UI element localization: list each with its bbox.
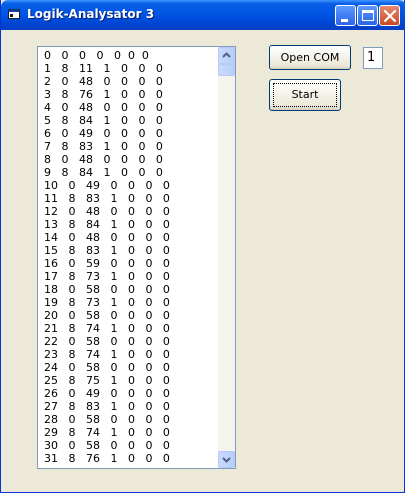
list-item[interactable]: 25 8 75 1 0 0 0: [44, 374, 170, 387]
list-item[interactable]: 4 0 48 0 0 0 0: [44, 101, 163, 114]
close-icon: [383, 9, 397, 23]
close-button[interactable]: [379, 5, 400, 26]
data-listbox[interactable]: 0 0 0 0 0 0 01 8 11 1 0 0 02 0 48 0 0 0 …: [37, 46, 236, 469]
list-item[interactable]: 20 0 58 0 0 0 0: [44, 309, 170, 322]
minimize-icon: [341, 19, 348, 22]
scroll-down-button[interactable]: [218, 451, 235, 468]
list-items: 0 0 0 0 0 0 01 8 11 1 0 0 02 0 48 0 0 0 …: [38, 47, 219, 468]
list-item[interactable]: 10 0 49 0 0 0 0: [44, 179, 170, 192]
list-item[interactable]: 26 0 49 0 0 0 0: [44, 387, 170, 400]
list-item[interactable]: 18 0 58 0 0 0 0: [44, 283, 170, 296]
list-item[interactable]: 22 0 58 0 0 0 0: [44, 335, 170, 348]
list-item[interactable]: 2 0 48 0 0 0 0: [44, 75, 163, 88]
list-item[interactable]: 27 8 83 1 0 0 0: [44, 400, 170, 413]
list-item[interactable]: 30 0 58 0 0 0 0: [44, 439, 170, 452]
list-item[interactable]: 9 8 84 1 0 0 0: [44, 166, 163, 179]
list-item[interactable]: 19 8 73 1 0 0 0: [44, 296, 170, 309]
scroll-up-button[interactable]: [218, 47, 235, 64]
list-item[interactable]: 28 0 58 0 0 0 0: [44, 413, 170, 426]
list-item[interactable]: 15 8 83 1 0 0 0: [44, 244, 170, 257]
list-item[interactable]: 0 0 0 0 0 0 0: [44, 49, 149, 62]
list-item[interactable]: 7 8 83 1 0 0 0: [44, 140, 163, 153]
list-item[interactable]: 3 8 76 1 0 0 0: [44, 88, 163, 101]
list-item[interactable]: 12 0 48 0 0 0 0: [44, 205, 170, 218]
list-item[interactable]: 8 0 48 0 0 0 0: [44, 153, 163, 166]
list-item[interactable]: 13 8 84 1 0 0 0: [44, 218, 170, 231]
scroll-thumb[interactable]: [218, 64, 235, 76]
list-item[interactable]: 6 0 49 0 0 0 0: [44, 127, 163, 140]
app-icon: [8, 9, 20, 19]
chevron-down-icon: [222, 457, 231, 463]
vertical-scrollbar[interactable]: [218, 47, 235, 468]
list-item[interactable]: 29 8 74 1 0 0 0: [44, 426, 170, 439]
window-title: Logik-Analysator 3: [27, 7, 155, 21]
list-item[interactable]: 16 0 59 0 0 0 0: [44, 257, 170, 270]
start-button[interactable]: Start: [269, 79, 341, 111]
list-item[interactable]: 24 0 58 0 0 0 0: [44, 361, 170, 374]
focus-rect: [273, 83, 337, 107]
maximize-icon: [362, 10, 374, 21]
com-port-field[interactable]: 1: [363, 47, 383, 69]
list-item[interactable]: 14 0 48 0 0 0 0: [44, 231, 170, 244]
list-item[interactable]: 23 8 74 1 0 0 0: [44, 348, 170, 361]
list-item[interactable]: 17 8 73 1 0 0 0: [44, 270, 170, 283]
main-window: Logik-Analysator 3 0 0 0 0 0 0 01 8 11 1…: [0, 0, 405, 493]
minimize-button[interactable]: [335, 5, 356, 26]
list-item[interactable]: 21 8 74 1 0 0 0: [44, 322, 170, 335]
title-bar[interactable]: Logik-Analysator 3: [1, 0, 405, 30]
maximize-button[interactable]: [357, 5, 378, 26]
list-item[interactable]: 31 8 76 1 0 0 0: [44, 452, 170, 465]
list-item[interactable]: 11 8 83 1 0 0 0: [44, 192, 170, 205]
list-item[interactable]: 1 8 11 1 0 0 0: [44, 62, 163, 75]
list-item[interactable]: 5 8 84 1 0 0 0: [44, 114, 163, 127]
open-com-button[interactable]: Open COM: [269, 45, 351, 70]
chevron-up-icon: [222, 52, 231, 58]
